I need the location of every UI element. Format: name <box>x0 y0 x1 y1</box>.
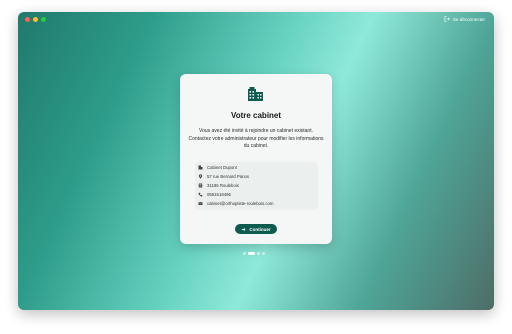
cabinet-address: 57 rue Bernard Panos <box>207 174 250 179</box>
phone-icon <box>198 192 203 197</box>
page-dot-2[interactable] <box>248 252 255 255</box>
info-row-postal: 31185 Roulebois <box>198 183 239 188</box>
page-dot-4[interactable] <box>262 252 265 255</box>
close-window-button[interactable] <box>25 17 30 22</box>
info-row-address: 57 rue Bernard Panos <box>198 174 249 179</box>
cabinet-phone: 0551618496 <box>207 192 231 197</box>
building-icon <box>248 87 263 101</box>
arrow-right-icon <box>242 227 246 231</box>
cabinet-name: Cabinet Dupont <box>207 165 237 170</box>
continue-label: Continuer <box>249 226 271 232</box>
continue-button[interactable]: Continuer <box>235 224 277 234</box>
cabinet-info-box: Cabinet Dupont 57 rue Bernard Panos 3118… <box>195 162 318 210</box>
page-dot-1[interactable] <box>243 252 246 255</box>
app-window: Se déconnecter Votre cabinet Vous avez é… <box>18 12 494 310</box>
cabinet-postal-city: 31185 Roulebois <box>207 183 239 188</box>
logout-button[interactable]: Se déconnecter <box>444 16 485 22</box>
info-row-name: Cabinet Dupont <box>198 165 237 170</box>
location-pin-icon <box>198 174 203 179</box>
minimize-window-button[interactable] <box>33 17 38 22</box>
page-dot-3[interactable] <box>257 252 260 255</box>
logout-label: Se déconnecter <box>452 16 485 22</box>
card-title: Votre cabinet <box>230 111 282 120</box>
cabinet-card: Votre cabinet Vous avez été invité à rej… <box>180 74 332 244</box>
postal-code-icon <box>198 183 203 188</box>
building-icon <box>198 165 203 170</box>
window-controls <box>25 17 46 22</box>
card-description: Vous avez été invité à rejoindre un cabi… <box>188 128 324 149</box>
pagination-dots <box>243 252 265 255</box>
maximize-window-button[interactable] <box>41 17 46 22</box>
info-row-phone: 0551618496 <box>198 192 231 197</box>
email-icon <box>198 202 203 205</box>
cabinet-email: cabinet@orthoptiste-roulebois.com <box>207 201 274 206</box>
logout-icon <box>444 16 450 22</box>
info-row-email: cabinet@orthoptiste-roulebois.com <box>198 201 273 206</box>
